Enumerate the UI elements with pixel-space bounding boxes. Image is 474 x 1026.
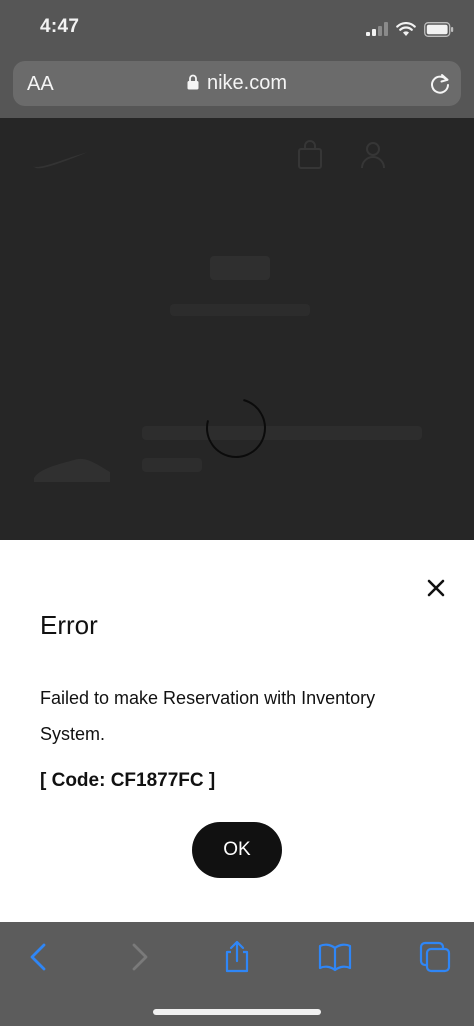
home-indicator: [153, 1009, 321, 1015]
modal-message: Failed to make Reservation with Inventor…: [40, 688, 376, 744]
blurred-heading-placeholder: [210, 256, 270, 280]
back-icon[interactable]: [22, 940, 56, 974]
nike-logo-icon: [32, 152, 88, 169]
share-icon[interactable]: [220, 940, 254, 974]
domain-text: nike.com: [206, 72, 288, 94]
lock-icon: [187, 74, 199, 90]
bookmarks-icon[interactable]: [318, 940, 352, 974]
cellular-signal-icon: [366, 22, 388, 36]
forward-icon[interactable]: [122, 940, 156, 974]
modal-title: Error: [40, 610, 98, 640]
battery-icon: [424, 21, 454, 37]
blurred-product-line-1: [142, 426, 422, 440]
product-shoe-image: [34, 458, 110, 482]
status-icons: [366, 18, 454, 40]
dimmed-page-content: [0, 118, 474, 540]
profile-icon: [361, 142, 385, 169]
error-code: [ Code: CF1877FC ]: [40, 770, 216, 791]
close-icon[interactable]: [424, 576, 448, 600]
tabs-icon[interactable]: [418, 940, 452, 974]
address-bar[interactable]: AA nike.com: [13, 61, 461, 106]
ok-button[interactable]: OK: [192, 822, 282, 878]
wifi-icon: [396, 21, 416, 36]
blurred-subheading-placeholder: [170, 304, 310, 316]
browser-top-bar: 4:47 AA nike.com: [0, 0, 474, 118]
url-display[interactable]: nike.com: [13, 72, 461, 95]
status-time: 4:47: [40, 16, 80, 37]
blurred-product-line-2: [142, 458, 202, 472]
bag-icon: [298, 140, 322, 169]
reload-icon[interactable]: [429, 72, 451, 96]
